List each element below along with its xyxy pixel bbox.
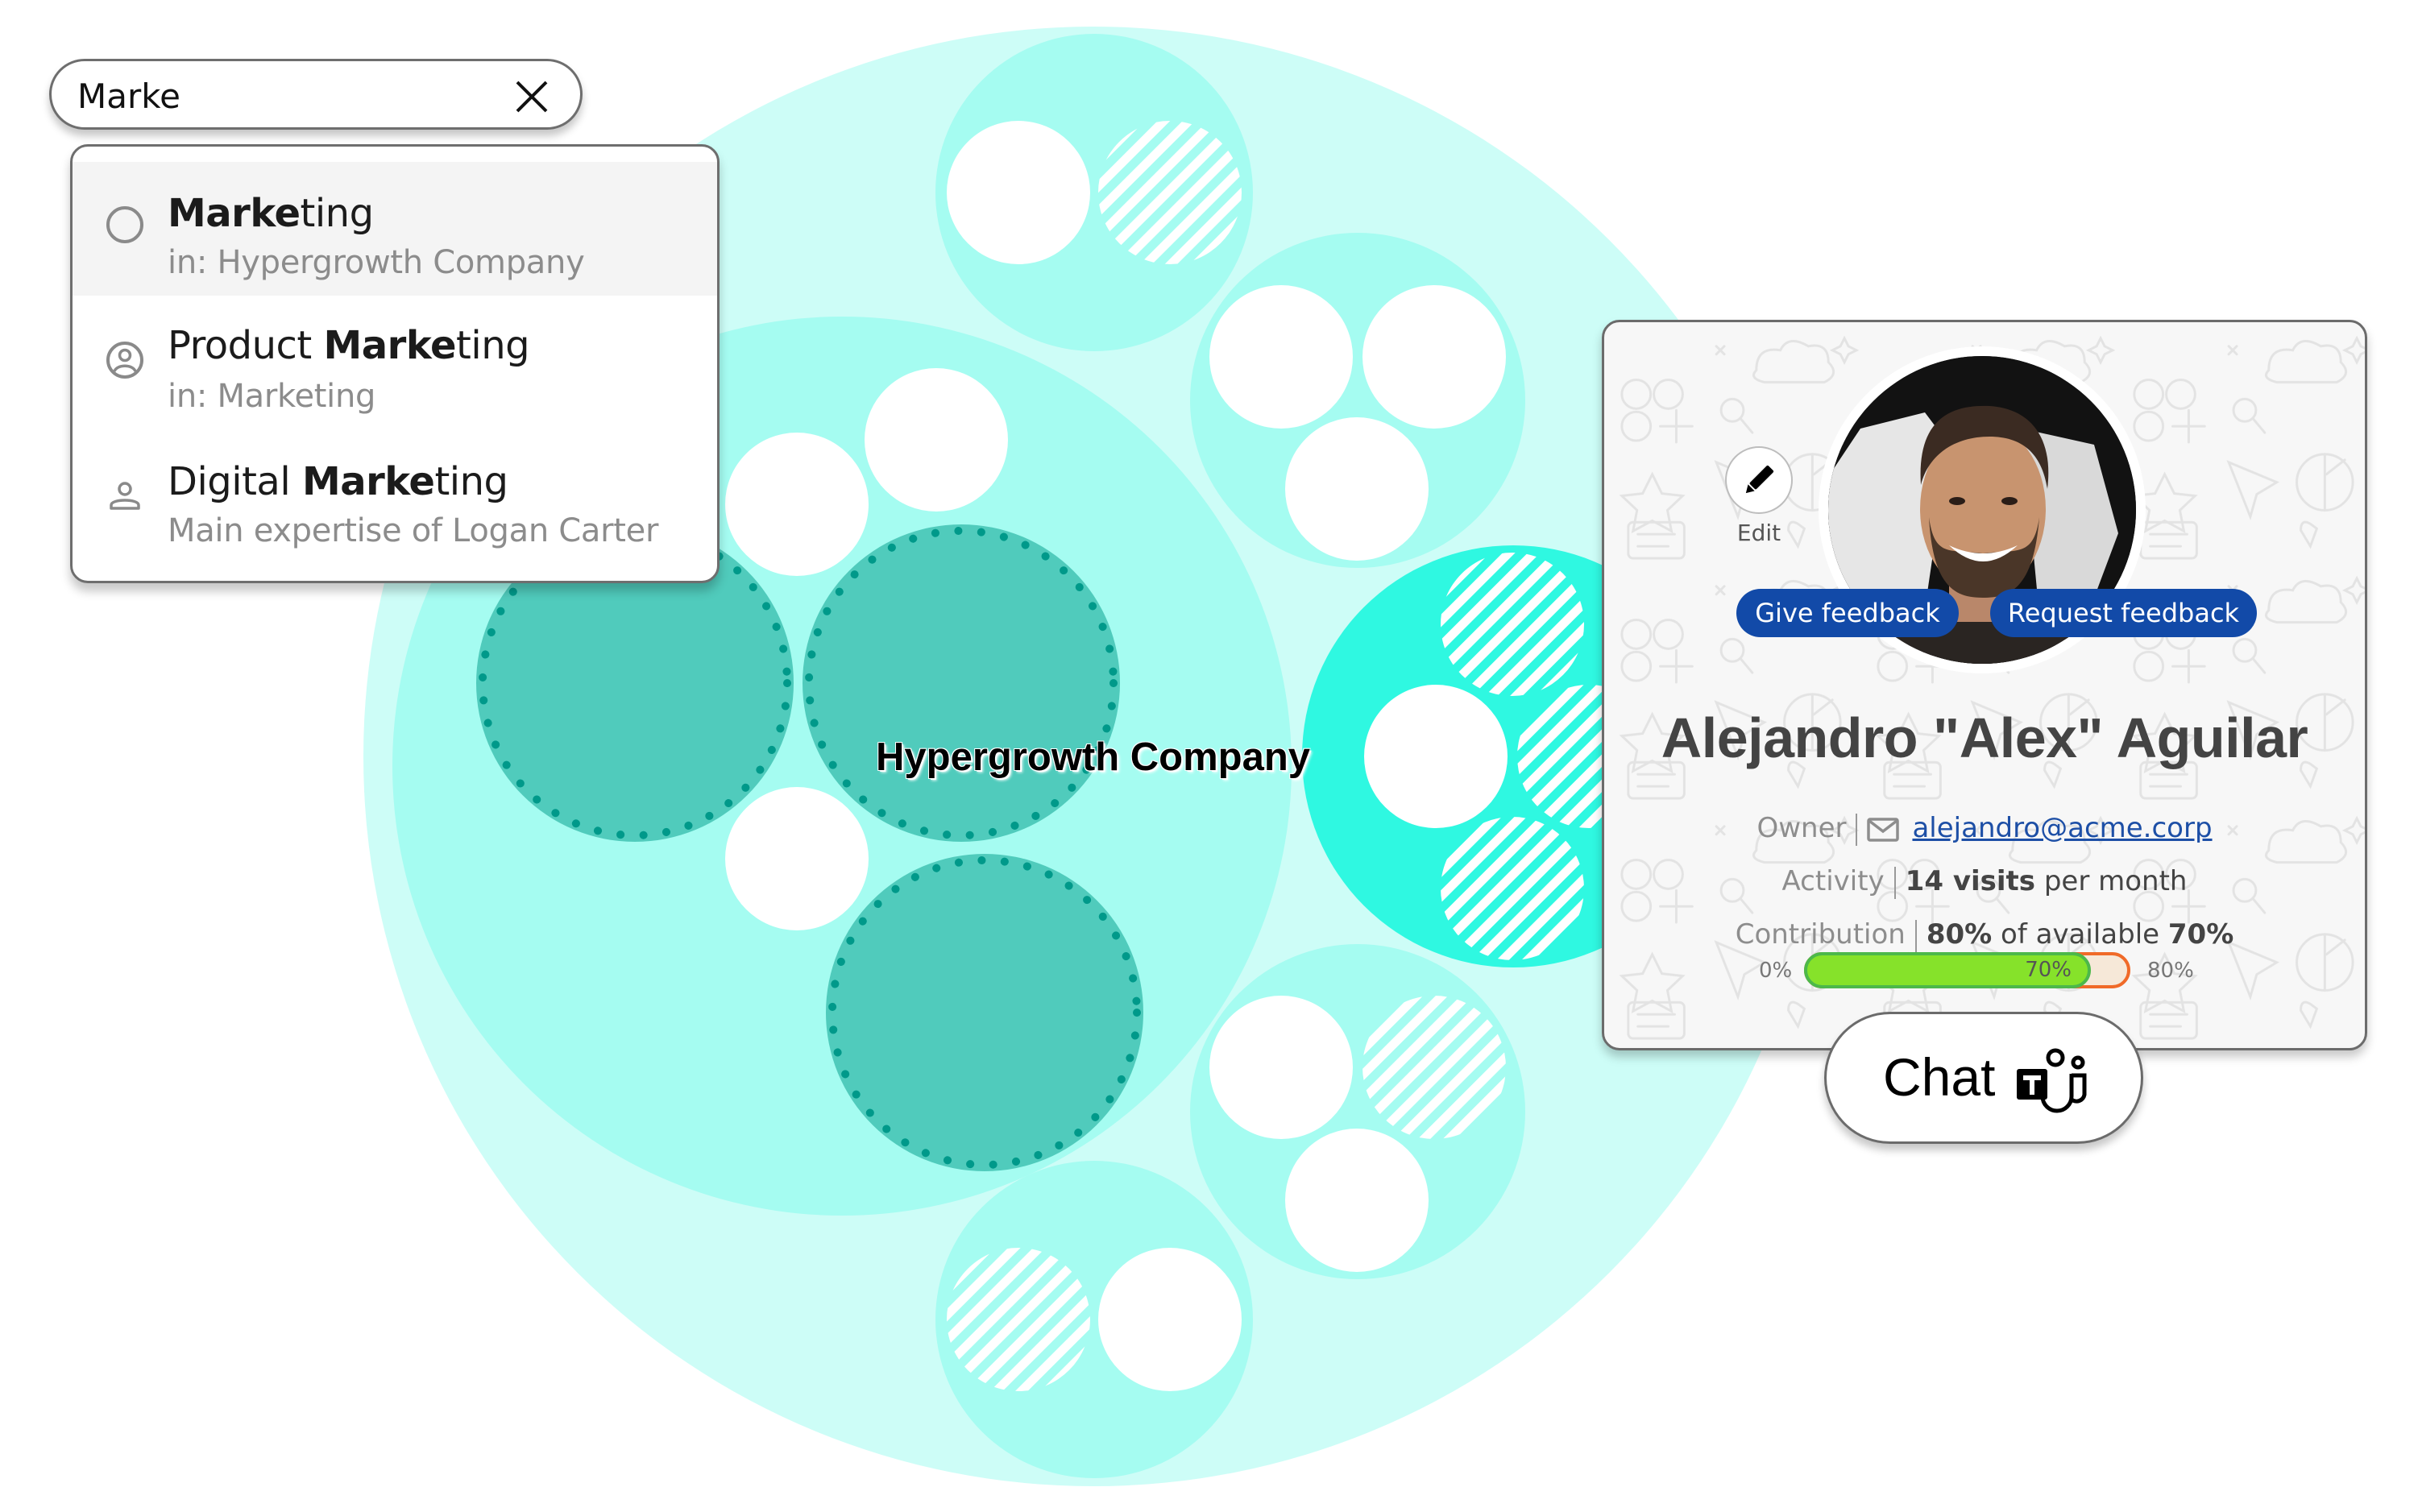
search-result-title: Digital Marketing [168, 459, 508, 504]
member-bubble[interactable] [1285, 1129, 1429, 1272]
matched-team-bubble[interactable] [826, 854, 1143, 1171]
give-feedback-button[interactable]: Give feedback [1736, 589, 1959, 637]
contribution-label: Contribution [1735, 918, 1906, 951]
search-result-item[interactable]: Marketing in: Hypergrowth Company [73, 162, 717, 296]
contribution-progress-fill: 70% [1804, 952, 2091, 988]
mail-icon [1867, 817, 1900, 842]
email-link[interactable]: alejandro@acme.corp [1912, 812, 2212, 844]
edit-button[interactable] [1725, 446, 1793, 514]
progress-min-label: 0% [1759, 959, 1793, 983]
search-input[interactable]: Marke [49, 59, 583, 130]
pencil-icon [1745, 465, 1774, 494]
member-bubble[interactable] [947, 121, 1090, 264]
owner-row: Owner alejandro@acme.corp [1604, 812, 2365, 846]
search-result-subtitle: in: Marketing [168, 378, 376, 415]
search-input-value[interactable]: Marke [77, 77, 180, 116]
striped-member-bubble[interactable] [1441, 817, 1584, 960]
user-circle-icon [106, 342, 143, 379]
edit-label: Edit [1736, 520, 1781, 546]
search-result-title: Product Marketing [168, 323, 530, 368]
search-result-subtitle: Main expertise of Logan Carter [168, 512, 659, 549]
contribution-available: 70% [2167, 918, 2234, 951]
activity-label: Activity [1781, 865, 1885, 897]
owner-label: Owner [1756, 812, 1847, 844]
member-bubble[interactable] [1209, 285, 1353, 429]
search-result-item[interactable]: Product Marketing in: Marketing [73, 296, 717, 429]
member-bubble[interactable] [725, 433, 869, 576]
search-result-subtitle: in: Hypergrowth Company [168, 244, 585, 281]
member-bubble[interactable] [865, 368, 1008, 512]
person-icon [110, 482, 140, 510]
contribution-value: 80% [1926, 918, 1993, 951]
member-bubble[interactable] [1364, 685, 1508, 828]
root-bubble-label[interactable]: Hypergrowth Company [876, 735, 1310, 780]
search-results-dropdown: Marketing in: Hypergrowth Company Produc… [70, 144, 720, 583]
divider [1914, 919, 1917, 952]
close-icon[interactable] [514, 79, 550, 114]
activity-row: Activity 14 visits per month [1604, 865, 2365, 899]
chat-button[interactable]: Chat [1824, 1012, 2143, 1144]
member-bubble[interactable] [725, 787, 869, 930]
member-bubble[interactable] [1362, 285, 1506, 429]
divider [1893, 866, 1896, 899]
striped-member-bubble[interactable] [1362, 996, 1506, 1139]
activity-value: 14 visits [1905, 865, 2036, 897]
progress-fill-label: 70% [2025, 958, 2072, 982]
teams-icon [2017, 1048, 2087, 1113]
matched-team-bubble[interactable] [803, 524, 1120, 842]
striped-member-bubble[interactable] [1441, 553, 1584, 696]
profile-name: Alejandro "Alex" Aguilar [1661, 706, 2308, 769]
activity-suffix: per month [2035, 865, 2188, 897]
request-feedback-button[interactable]: Request feedback [1990, 589, 2257, 637]
chat-label: Chat [1883, 1047, 1996, 1107]
striped-member-bubble[interactable] [947, 1248, 1090, 1391]
striped-member-bubble[interactable] [1098, 121, 1242, 264]
progress-max-label: 80% [2147, 959, 2194, 983]
search-result-item[interactable]: Digital Marketing Main expertise of Loga… [73, 432, 717, 565]
profile-card: Edit Give feedback Request feedback Alej… [1602, 320, 2367, 1050]
divider [1856, 813, 1858, 846]
contribution-row: Contribution 80% of available 70% [1604, 918, 2365, 952]
search-result-title: Marketing [168, 191, 374, 236]
member-bubble[interactable] [1098, 1248, 1242, 1391]
member-bubble[interactable] [1209, 996, 1353, 1139]
contribution-mid: of available [1992, 918, 2168, 951]
contribution-progress-bar: 70% [1804, 952, 2130, 988]
member-bubble[interactable] [1285, 417, 1429, 561]
circle-outline-icon [106, 206, 143, 243]
